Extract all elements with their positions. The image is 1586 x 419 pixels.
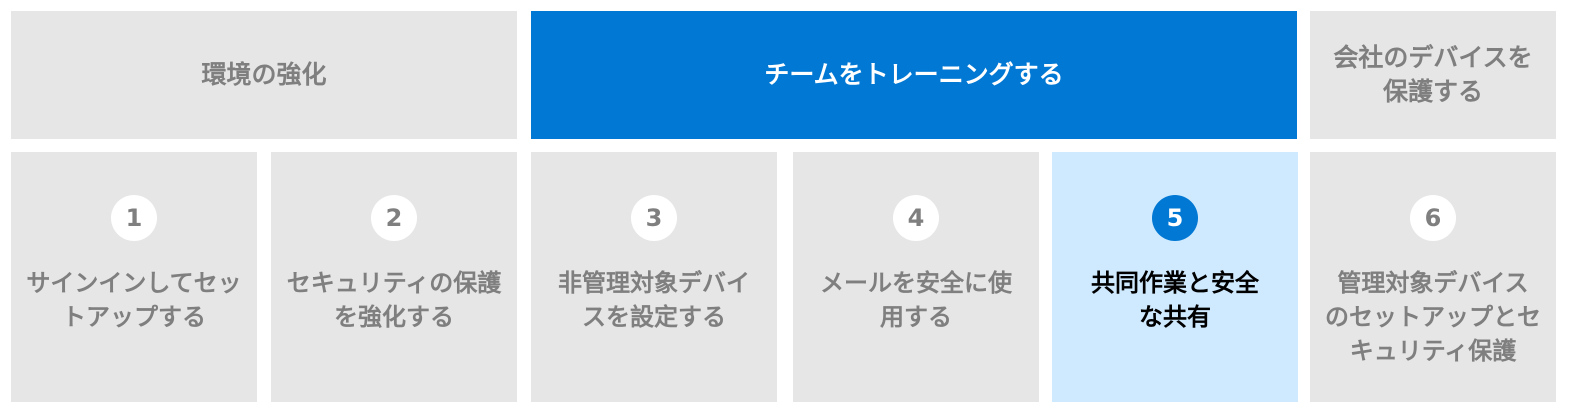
step-label: 共同作業と安全 な共有 [1091,269,1259,331]
category-label: チームをトレーニングする [764,60,1064,89]
step-1: 1 サインインしてセッ トアップする [11,152,257,402]
step-number-badge: 4 [893,195,939,241]
step-2: 2 セキュリティの保護 を強化する [271,152,517,402]
category-train-team: チームをトレーニングする [531,11,1297,139]
step-number-badge: 2 [371,195,417,241]
step-label: メールを安全に使 用する [820,269,1012,331]
step-number-badge: 3 [631,195,677,241]
category-protect-company-devices: 会社のデバイスを 保護する [1310,11,1556,139]
step-number-badge: 6 [1410,195,1456,241]
step-3: 3 非管理対象デバイ スを設定する [531,152,777,402]
category-label: 会社のデバイスを 保護する [1333,43,1533,106]
step-label: セキュリティの保護 を強化する [286,269,502,331]
step-5: 5 共同作業と安全 な共有 [1052,152,1298,402]
category-label: 環境の強化 [201,60,327,89]
category-harden-environment: 環境の強化 [11,11,517,139]
step-6: 6 管理対象デバイス のセットアップとセ キュリティ保護 [1310,152,1556,402]
step-label: 管理対象デバイス のセットアップとセ キュリティ保護 [1325,269,1541,365]
step-label: サインインしてセッ トアップする [26,269,242,331]
step-number-badge: 1 [111,195,157,241]
step-label: 非管理対象デバイ スを設定する [558,269,750,331]
step-number-badge: 5 [1152,195,1198,241]
step-4: 4 メールを安全に使 用する [793,152,1039,402]
